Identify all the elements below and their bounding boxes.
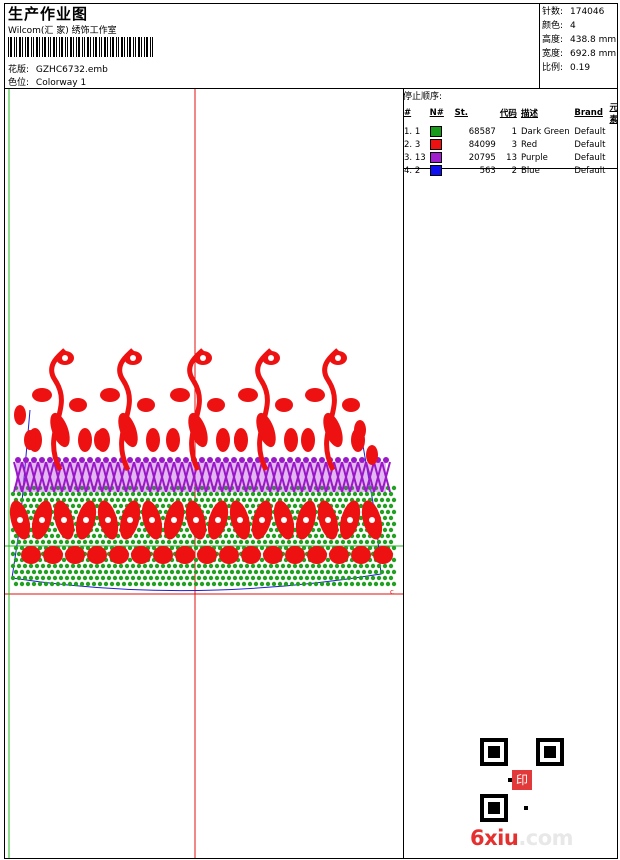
row-element <box>607 125 620 138</box>
corner-mark: c <box>390 588 394 596</box>
col-stitches: St. <box>454 108 468 118</box>
color-table-row: 4. 2 563 2 Blue Default <box>402 164 620 177</box>
stats-list: 针数: 174046 颜色: 4 高度: 438.8 mm 宽度: 692.8 mm 比… <box>542 5 616 75</box>
row-desc: Dark Green <box>520 126 570 137</box>
col-needle: N# <box>429 108 444 118</box>
row-code: 13 <box>506 152 517 163</box>
stat-width: 宽度: 692.8 mm <box>542 49 617 59</box>
design-value: GZHC6732.emb <box>35 65 108 75</box>
qr-code: 印 <box>480 738 564 822</box>
row-element <box>607 164 620 177</box>
qr-stamp: 印 <box>516 773 528 787</box>
col-code: 代码 <box>499 109 517 119</box>
color-swatch <box>429 139 442 150</box>
row-index: 4. 2 <box>404 165 421 176</box>
row-code: 2 <box>511 165 517 176</box>
row-brand: Default <box>574 126 606 137</box>
row-index: 3. 13 <box>404 152 426 163</box>
page-title: 生产作业图 <box>8 5 89 23</box>
row-desc: Red <box>520 139 538 150</box>
purple-lattice-band <box>13 457 391 493</box>
barcode <box>8 37 153 57</box>
watermark-main: 6xiu <box>470 826 519 850</box>
row-swatch <box>428 164 453 177</box>
row-swatch <box>428 125 453 138</box>
col-index: # <box>404 108 412 118</box>
col-desc: 描述 <box>520 109 538 119</box>
colorway-line: 色位: Colorway 1 <box>8 75 86 88</box>
row-element <box>607 138 620 151</box>
design-label: 花版: <box>8 65 30 75</box>
embroidery-preview: c <box>5 89 403 858</box>
color-table-row: 3. 13 20795 13 Purple Default <box>402 151 620 164</box>
stat-stitches: 针数: 174046 <box>542 7 605 17</box>
colorway-value: Colorway 1 <box>35 78 87 88</box>
row-stitches: 68587 <box>468 126 496 137</box>
stat-height: 高度: 438.8 mm <box>542 35 617 45</box>
stat-colors: 颜色: 4 <box>542 21 576 31</box>
color-swatch <box>429 165 442 176</box>
row-swatch <box>428 138 453 151</box>
row-element <box>607 151 620 164</box>
color-table: # N# St. 代码 描述 Brand 元素 1. 1 68587 1 Dark G… <box>402 101 620 177</box>
design-line: 花版: GZHC6732.emb <box>8 62 108 75</box>
red-floral-motifs <box>9 348 393 564</box>
row-code: 3 <box>511 139 517 150</box>
col-brand: Brand <box>574 108 603 118</box>
color-table-row: 1. 1 68587 1 Dark Green Default <box>402 125 620 138</box>
watermark-logo: 6xiu.com <box>470 826 574 850</box>
row-brand: Default <box>574 165 606 176</box>
row-brand: Default <box>574 152 606 163</box>
watermark-suffix: .com <box>518 826 574 850</box>
row-stitches: 563 <box>479 165 496 176</box>
row-desc: Blue <box>520 165 540 176</box>
row-index: 2. 3 <box>404 139 421 150</box>
row-brand: Default <box>574 139 606 150</box>
colorway-label: 色位: <box>8 78 30 88</box>
stat-scale: 比例: 0.19 <box>542 63 591 73</box>
color-table-header: # N# St. 代码 描述 Brand 元素 <box>402 101 620 125</box>
row-stitches: 20795 <box>468 152 496 163</box>
row-index: 1. 1 <box>404 126 421 137</box>
row-stitches: 84099 <box>468 139 496 150</box>
color-table-row: 2. 3 84099 3 Red Default <box>402 138 620 151</box>
col-element: 元素 <box>609 103 618 125</box>
row-swatch <box>428 151 453 164</box>
color-swatch <box>429 126 442 137</box>
company-name: Wilcom(汇 家) 绣饰工作室 <box>8 26 117 36</box>
row-desc: Purple <box>520 152 548 163</box>
color-swatch <box>429 152 442 163</box>
row-code: 1 <box>511 126 517 137</box>
